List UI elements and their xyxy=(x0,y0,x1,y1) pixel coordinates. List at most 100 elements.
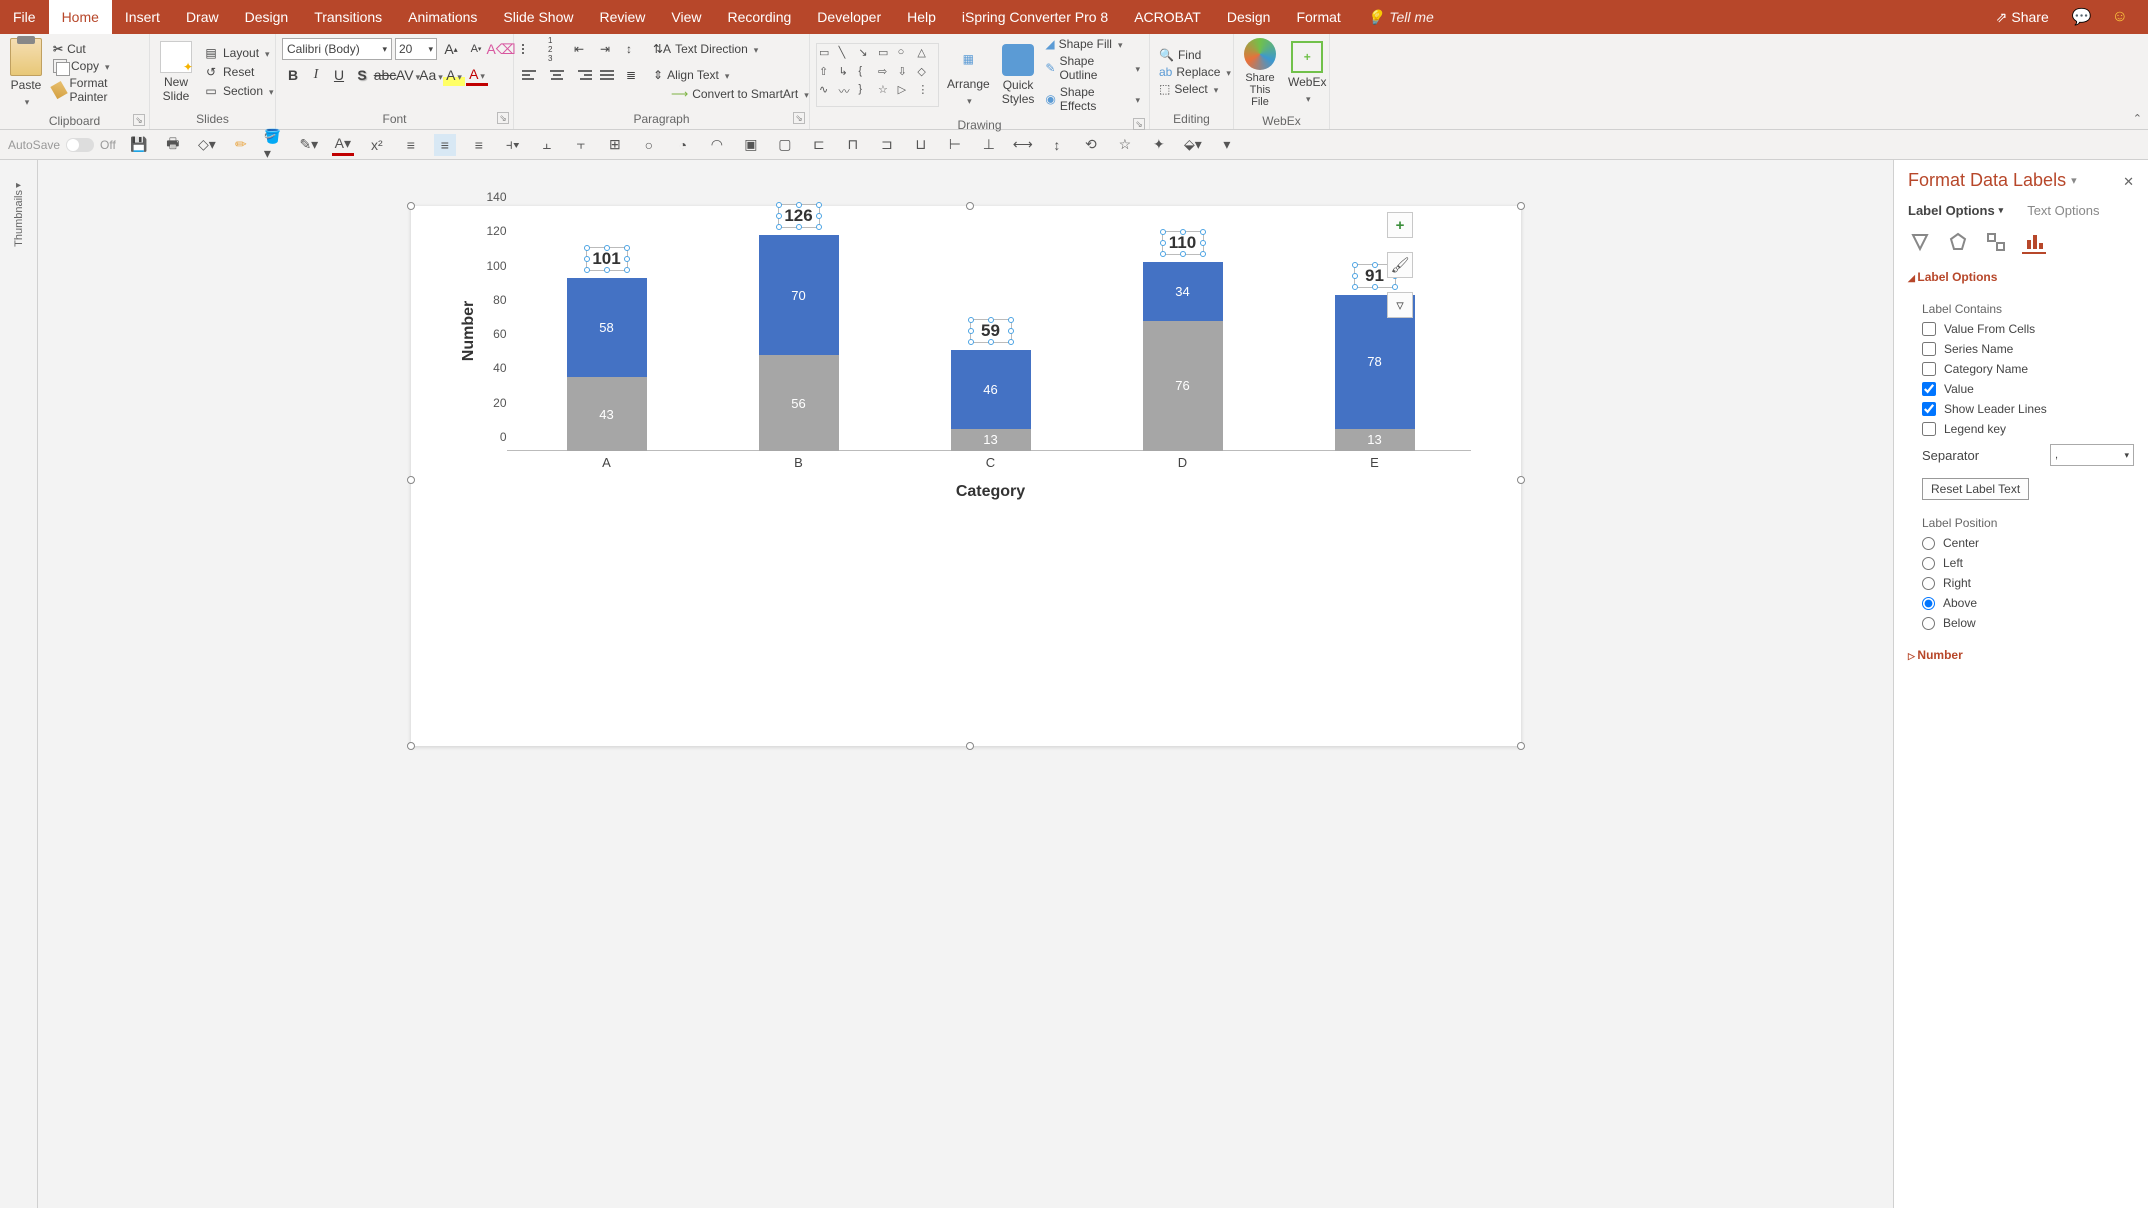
label-sel-handle[interactable] xyxy=(776,224,782,230)
label-sel-handle[interactable] xyxy=(1372,284,1378,290)
justify-button[interactable] xyxy=(598,64,620,86)
label-sel-handle[interactable] xyxy=(1200,240,1206,246)
qat-align-left-button[interactable]: ≡ xyxy=(400,134,422,156)
bar-segment-series1[interactable]: 56 xyxy=(759,355,839,451)
label-sel-handle[interactable] xyxy=(968,328,974,334)
total-data-label[interactable]: 110 xyxy=(1163,232,1203,254)
align-right-button[interactable] xyxy=(572,64,594,86)
shape-brace2-icon[interactable]: } xyxy=(858,83,877,104)
tab-developer[interactable]: Developer xyxy=(804,0,894,34)
label-sel-handle[interactable] xyxy=(816,213,822,219)
bar-segment-series1[interactable]: 76 xyxy=(1143,321,1223,451)
section-number[interactable]: Number xyxy=(1908,648,2134,662)
qat-align-obj-t-button[interactable]: ⊔ xyxy=(910,134,932,156)
bar-segment-series1[interactable]: 43 xyxy=(567,377,647,451)
label-sel-handle[interactable] xyxy=(624,245,630,251)
sel-handle-mr[interactable] xyxy=(1517,476,1525,484)
total-data-label[interactable]: 126 xyxy=(779,205,819,227)
chk-legend-key[interactable]: Legend key xyxy=(1922,422,2134,436)
paste-button[interactable]: Paste xyxy=(6,36,46,110)
reset-button[interactable]: ↺Reset xyxy=(200,63,277,81)
label-sel-handle[interactable] xyxy=(1008,317,1014,323)
collapse-ribbon-button[interactable]: ⌃ xyxy=(2133,112,2142,125)
chk-category-name[interactable]: Category Name xyxy=(1922,362,2134,376)
label-sel-handle[interactable] xyxy=(776,202,782,208)
layout-button[interactable]: ▤Layout xyxy=(200,44,277,62)
label-sel-handle[interactable] xyxy=(1352,262,1358,268)
font-size-select[interactable]: 20▾ xyxy=(395,38,437,60)
tab-home[interactable]: Home xyxy=(49,0,112,34)
qat-align-obj-l-button[interactable]: ⊏ xyxy=(808,134,830,156)
qat-align-obj-m-button[interactable]: ⊢ xyxy=(944,134,966,156)
comments-icon[interactable]: 💬 xyxy=(2072,7,2092,27)
close-pane-button[interactable]: ✕ xyxy=(2123,174,2134,190)
select-button[interactable]: ⬚Select xyxy=(1156,81,1234,97)
text-direction-button[interactable]: ⇅AText Direction xyxy=(650,41,761,57)
shape-action-icon[interactable]: ▷ xyxy=(898,83,917,104)
label-sel-handle[interactable] xyxy=(816,224,822,230)
tab-slideshow[interactable]: Slide Show xyxy=(490,0,586,34)
tab-help[interactable]: Help xyxy=(894,0,949,34)
bar-group[interactable]: 3476 xyxy=(1143,262,1223,451)
shape-line-icon[interactable]: ╲ xyxy=(839,46,858,64)
section-label-options[interactable]: Label Options xyxy=(1908,270,2134,284)
bar-group[interactable]: 5843 xyxy=(567,278,647,451)
paragraph-dialog-launcher[interactable]: ⇘ xyxy=(793,112,805,124)
tab-chart-format[interactable]: Format xyxy=(1283,0,1353,34)
shape-fill-button[interactable]: ◢Shape Fill xyxy=(1042,36,1143,52)
tab-ispring[interactable]: iSpring Converter Pro 8 xyxy=(949,0,1121,34)
underline-button[interactable]: U xyxy=(328,64,350,86)
shape-curve-icon[interactable]: ∿ xyxy=(819,83,838,104)
sel-handle-br[interactable] xyxy=(1517,742,1525,750)
qat-anim-button[interactable]: ✦ xyxy=(1148,134,1170,156)
bar-segment-series2[interactable]: 46 xyxy=(951,350,1031,429)
qat-font-color-button[interactable]: A▾ xyxy=(332,134,354,156)
label-sel-handle[interactable] xyxy=(1200,229,1206,235)
new-slide-button[interactable]: ✦ New Slide xyxy=(156,39,196,105)
shape-effects-button[interactable]: ◉Shape Effects xyxy=(1042,84,1143,114)
tab-draw[interactable]: Draw xyxy=(173,0,232,34)
tab-review[interactable]: Review xyxy=(586,0,658,34)
italic-button[interactable]: I xyxy=(305,64,327,86)
shape-outline-button[interactable]: ✎Shape Outline xyxy=(1042,53,1143,83)
align-text-button[interactable]: ⇕Align Text xyxy=(650,67,732,83)
tab-chart-design[interactable]: Design xyxy=(1214,0,1284,34)
font-dialog-launcher[interactable]: ⇘ xyxy=(497,112,509,124)
bar-segment-series1[interactable]: 13 xyxy=(1335,429,1415,451)
smartart-button[interactable]: ⟶Convert to SmartArt xyxy=(668,86,812,102)
shrink-font-button[interactable]: A▾ xyxy=(465,38,487,60)
tab-insert[interactable]: Insert xyxy=(112,0,173,34)
qat-align-obj-b-button[interactable]: ⊥ xyxy=(978,134,1000,156)
label-sel-handle[interactable] xyxy=(1160,251,1166,257)
qat-more-button[interactable]: ⬙▾ xyxy=(1182,134,1204,156)
label-sel-handle[interactable] xyxy=(1352,284,1358,290)
font-name-select[interactable]: Calibri (Body)▾ xyxy=(282,38,392,60)
label-sel-handle[interactable] xyxy=(1160,229,1166,235)
section-button[interactable]: ▭Section xyxy=(200,82,277,100)
share-button[interactable]: ⇗ Share xyxy=(1993,8,2052,27)
label-sel-handle[interactable] xyxy=(624,267,630,273)
label-sel-handle[interactable] xyxy=(604,267,610,273)
copy-button[interactable]: Copy xyxy=(50,58,143,74)
shapes-gallery[interactable]: ▭╲↘▭○△ ⇧↳{⇨⇩◇ ∿〰}☆▷⋮ xyxy=(816,43,939,107)
bar-segment-series2[interactable]: 70 xyxy=(759,235,839,355)
shape-conn-icon[interactable]: ↳ xyxy=(839,65,858,83)
qat-pie-button[interactable]: ◔ xyxy=(672,134,694,156)
qat-align-right-button[interactable]: ≡ xyxy=(468,134,490,156)
qat-dist-v-button[interactable]: ↕ xyxy=(1046,134,1068,156)
label-sel-handle[interactable] xyxy=(1372,262,1378,268)
sel-handle-ml[interactable] xyxy=(407,476,415,484)
grow-font-button[interactable]: A▴ xyxy=(440,38,462,60)
autosave-toggle[interactable]: AutoSave Off xyxy=(8,138,116,152)
label-sel-handle[interactable] xyxy=(584,256,590,262)
shape-arrow3-icon[interactable]: ⇨ xyxy=(878,65,897,83)
bullets-button[interactable] xyxy=(520,38,542,60)
webex-button[interactable]: +WebEx xyxy=(1284,39,1330,107)
columns-button[interactable]: ≣ xyxy=(624,64,646,86)
effects-icon[interactable] xyxy=(1946,230,1970,254)
reset-label-text-button[interactable]: Reset Label Text xyxy=(1922,478,2029,500)
line-spacing-button[interactable]: ↕ xyxy=(624,38,646,60)
label-sel-handle[interactable] xyxy=(584,245,590,251)
qat-align-obj-r-button[interactable]: ⊐ xyxy=(876,134,898,156)
drawing-dialog-launcher[interactable]: ⇘ xyxy=(1133,118,1145,130)
